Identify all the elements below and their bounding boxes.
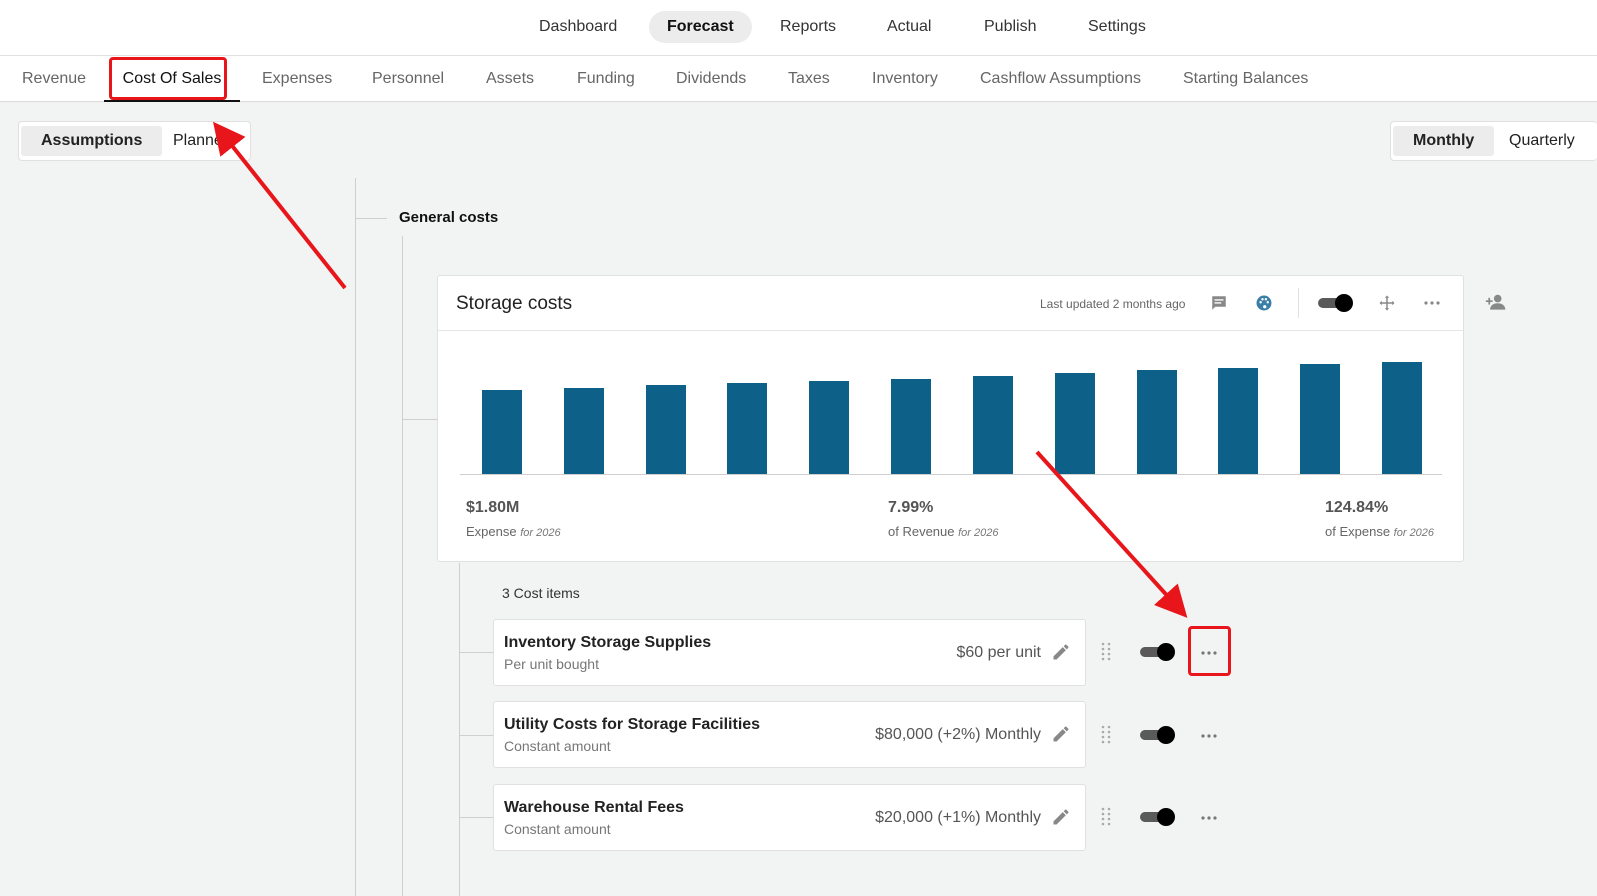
chart-bar xyxy=(1218,368,1259,474)
chart-bar xyxy=(809,381,850,474)
sub-navigation: Revenue Cost Of Sales Expenses Personnel… xyxy=(0,56,1597,102)
drag-handle-icon[interactable] xyxy=(1101,725,1115,747)
cost-item-name: Warehouse Rental Fees xyxy=(504,799,684,816)
cost-item-name: Utility Costs for Storage Facilities xyxy=(504,716,761,733)
tree-branch xyxy=(459,817,493,818)
stat-value: 7.99% xyxy=(888,499,934,516)
tab-taxes[interactable]: Taxes xyxy=(788,56,830,102)
tree-branch xyxy=(459,735,493,736)
pencil-icon[interactable] xyxy=(1051,724,1073,746)
cost-item-type: Constant amount xyxy=(504,821,611,837)
cost-items-count: 3 Cost items xyxy=(502,585,580,601)
highlight-box xyxy=(1188,626,1231,676)
chart-bar xyxy=(645,384,686,474)
quarterly-option[interactable]: Quarterly xyxy=(1489,126,1595,156)
add-user-icon[interactable] xyxy=(1485,291,1507,313)
storage-costs-chart xyxy=(458,341,1443,491)
cost-item-value: $20,000 (+1%) Monthly xyxy=(875,809,1041,826)
more-icon[interactable] xyxy=(1421,292,1443,314)
view-toggle: Assumptions Planne xyxy=(18,121,251,161)
more-icon[interactable] xyxy=(1197,728,1221,748)
chart-bar xyxy=(563,387,604,474)
stat-label: Expense for 2026 xyxy=(466,524,561,539)
nav-actual[interactable]: Actual xyxy=(869,11,949,43)
last-updated: Last updated 2 months ago xyxy=(1040,297,1186,311)
tree-branch xyxy=(355,218,387,219)
stat-value: $1.80M xyxy=(466,499,520,516)
card-enable-toggle[interactable] xyxy=(1318,292,1354,314)
tab-starting-balances[interactable]: Starting Balances xyxy=(1183,56,1308,102)
tab-expenses[interactable]: Expenses xyxy=(262,56,332,102)
stat-expense-share: 124.84% of Expense for 2026 xyxy=(1325,499,1434,539)
chart-bar xyxy=(891,379,932,474)
assumptions-option[interactable]: Assumptions xyxy=(21,126,163,156)
cost-item-toggle[interactable] xyxy=(1140,724,1176,746)
highlight-box xyxy=(109,57,227,100)
stat-label: of Expense for 2026 xyxy=(1325,524,1435,539)
cost-item-toggle[interactable] xyxy=(1140,806,1176,828)
card-header: Storage costs Last updated 2 months ago xyxy=(438,276,1463,331)
chart-bar xyxy=(1300,363,1341,474)
tab-revenue[interactable]: Revenue xyxy=(22,56,86,102)
cost-item-row[interactable]: Inventory Storage Supplies Per unit boug… xyxy=(493,619,1086,686)
monthly-option[interactable]: Monthly xyxy=(1393,126,1495,156)
nav-forecast[interactable]: Forecast xyxy=(649,11,752,43)
tab-cashflow-assumptions[interactable]: Cashflow Assumptions xyxy=(980,56,1141,102)
nav-publish[interactable]: Publish xyxy=(966,11,1054,43)
tree-line xyxy=(402,236,403,896)
chart-bar xyxy=(972,375,1013,474)
cost-item-value: $60 per unit xyxy=(956,644,1041,661)
stat-expense: $1.80M Expense for 2026 xyxy=(466,499,561,539)
stat-value: 124.84% xyxy=(1325,499,1389,516)
palette-icon[interactable] xyxy=(1253,292,1275,314)
cost-item-row[interactable]: Utility Costs for Storage Facilities Con… xyxy=(493,701,1086,768)
chart-bar xyxy=(1382,361,1423,474)
pencil-icon[interactable] xyxy=(1051,642,1073,664)
cost-item-type: Constant amount xyxy=(504,738,611,754)
cost-item-value: $80,000 (+2%) Monthly xyxy=(875,726,1041,743)
move-icon[interactable] xyxy=(1376,292,1398,314)
more-icon[interactable] xyxy=(1197,810,1221,830)
period-toggle: Monthly Quarterly xyxy=(1390,121,1597,161)
section-title: General costs xyxy=(399,209,499,226)
tree-line xyxy=(355,178,356,896)
tab-assets[interactable]: Assets xyxy=(486,56,534,102)
cost-item-row[interactable]: Warehouse Rental Fees Constant amount $2… xyxy=(493,784,1086,851)
nav-reports[interactable]: Reports xyxy=(762,11,854,43)
planner-option[interactable]: Planne xyxy=(153,126,243,156)
tree-branch xyxy=(402,419,437,420)
tab-dividends[interactable]: Dividends xyxy=(676,56,746,102)
stat-label: of Revenue for 2026 xyxy=(888,524,999,539)
stat-revenue-share: 7.99% of Revenue for 2026 xyxy=(888,499,999,539)
top-navigation: Dashboard Forecast Reports Actual Publis… xyxy=(0,0,1597,56)
nav-settings[interactable]: Settings xyxy=(1070,11,1164,43)
cost-item-toggle[interactable] xyxy=(1140,641,1176,663)
tree-branch xyxy=(459,652,493,653)
storage-costs-card: Storage costs Last updated 2 months ago … xyxy=(437,275,1464,562)
chart-bar xyxy=(727,383,768,474)
cost-item-type: Per unit bought xyxy=(504,656,599,672)
tree-line xyxy=(459,563,460,896)
pencil-icon[interactable] xyxy=(1051,807,1073,829)
card-title: Storage costs xyxy=(456,293,573,314)
tab-funding[interactable]: Funding xyxy=(577,56,635,102)
cost-item-name: Inventory Storage Supplies xyxy=(504,634,712,651)
chart-bar xyxy=(481,390,522,474)
drag-handle-icon[interactable] xyxy=(1101,642,1115,664)
tab-inventory[interactable]: Inventory xyxy=(872,56,938,102)
chart-bar xyxy=(1054,372,1095,474)
chart-axis xyxy=(460,474,1442,475)
header-divider xyxy=(1298,288,1299,318)
comment-icon[interactable] xyxy=(1208,292,1230,314)
nav-dashboard[interactable]: Dashboard xyxy=(521,11,635,43)
drag-handle-icon[interactable] xyxy=(1101,807,1115,829)
chart-bar xyxy=(1136,370,1177,474)
tab-personnel[interactable]: Personnel xyxy=(372,56,444,102)
